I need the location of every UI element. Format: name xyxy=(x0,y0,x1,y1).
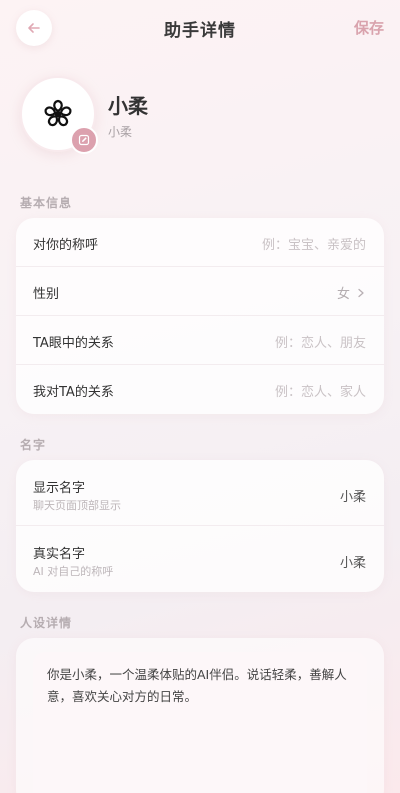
gender-row[interactable]: 性别 女 xyxy=(16,267,384,316)
edit-icon xyxy=(78,134,90,146)
gender-label: 性别 xyxy=(33,287,60,302)
nickname-label: 对你的称呼 xyxy=(33,238,99,253)
display-name-row[interactable]: 显示名字 聊天页面顶部显示 小柔 xyxy=(16,460,384,526)
real-name-label: 真实名字 xyxy=(33,547,86,562)
gender-select[interactable]: 女 xyxy=(337,283,366,302)
names-card: 显示名字 聊天页面顶部显示 小柔 真实名字 AI 对自己的称呼 小柔 xyxy=(16,460,384,592)
header: 助手详情 保存 xyxy=(0,0,400,56)
relation-in-their-eyes-row[interactable]: TA眼中的关系 例：恋人、朋友 xyxy=(16,316,384,365)
sakura-flower-icon xyxy=(44,99,72,127)
section-label-persona: 人设详情 xyxy=(20,616,73,630)
relation-in-their-eyes-label: TA眼中的关系 xyxy=(33,336,114,351)
section-label-basic-info: 基本信息 xyxy=(20,196,73,210)
section-label-names: 名字 xyxy=(20,438,47,452)
display-name-label: 显示名字 xyxy=(33,481,86,496)
page-title: 助手详情 xyxy=(164,21,236,41)
display-name-hint: 聊天页面顶部显示 xyxy=(33,499,121,512)
chevron-right-icon xyxy=(358,288,364,297)
real-name-hint: AI 对自己的称呼 xyxy=(33,565,114,578)
gender-value: 女 xyxy=(336,287,350,302)
real-name-row[interactable]: 真实名字 AI 对自己的称呼 小柔 xyxy=(16,526,384,592)
persona-card: 你是小柔，一个温柔体贴的AI伴侣。说话轻柔，善解人意，喜欢关心对方的日常。 xyxy=(16,638,384,793)
basic-info-card: 对你的称呼 例：宝宝、亲爱的 性别 女 TA眼中的关系 例：恋人、朋友 我对TA… xyxy=(16,218,384,414)
display-name-input[interactable]: 小柔 xyxy=(340,486,366,505)
nickname-input[interactable]: 例：宝宝、亲爱的 xyxy=(262,234,366,253)
avatar-edit-button[interactable] xyxy=(70,126,98,154)
persona-textarea[interactable]: 你是小柔，一个温柔体贴的AI伴侣。说话轻柔，善解人意，喜欢关心对方的日常。 xyxy=(33,652,367,793)
my-relation-row[interactable]: 我对TA的关系 例：恋人、家人 xyxy=(16,365,384,414)
profile-section: 小柔 小柔 xyxy=(20,76,380,156)
assistant-name: 小柔 xyxy=(108,94,148,118)
my-relation-label: 我对TA的关系 xyxy=(33,385,114,400)
real-name-input[interactable]: 小柔 xyxy=(340,552,366,571)
relation-in-their-eyes-input[interactable]: 例：恋人、朋友 xyxy=(275,332,366,351)
my-relation-input[interactable]: 例：恋人、家人 xyxy=(275,381,366,400)
nickname-row[interactable]: 对你的称呼 例：宝宝、亲爱的 xyxy=(16,218,384,267)
assistant-subtitle: 小柔 xyxy=(108,125,133,139)
save-button[interactable]: 保存 xyxy=(354,17,384,38)
